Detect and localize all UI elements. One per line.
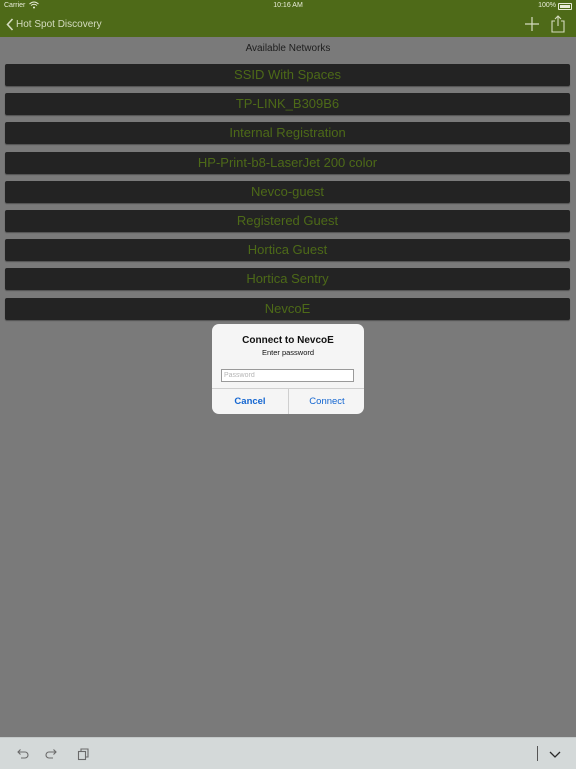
- network-row[interactable]: TP-LINK_B309B6: [5, 93, 570, 116]
- share-icon[interactable]: [550, 15, 566, 33]
- dialog-title: Connect to NevcoE: [242, 335, 334, 346]
- network-row[interactable]: HP-Print-b8-LaserJet 200 color: [5, 151, 570, 174]
- connect-button[interactable]: Connect: [289, 389, 364, 414]
- chevron-left-icon: [6, 17, 14, 31]
- plus-icon[interactable]: [524, 16, 540, 32]
- network-row[interactable]: Hortica Sentry: [5, 268, 570, 291]
- battery-icon: [558, 3, 572, 10]
- back-button[interactable]: Hot Spot Discovery: [6, 16, 102, 32]
- toolbar-divider: [537, 746, 538, 761]
- network-list: SSID With Spaces TP-LINK_B309B6 Internal…: [5, 64, 570, 327]
- copy-icon[interactable]: [76, 747, 90, 761]
- status-bar: Carrier 10:16 AM 100%: [0, 0, 576, 12]
- back-button-label: Hot Spot Discovery: [16, 18, 102, 30]
- cancel-button[interactable]: Cancel: [212, 389, 288, 414]
- clock: 10:16 AM: [273, 2, 303, 9]
- dialog-message: Enter password: [261, 348, 315, 357]
- network-row[interactable]: NevcoE: [5, 297, 570, 320]
- network-row[interactable]: Hortica Guest: [5, 239, 570, 262]
- navigation-bar: Hot Spot Discovery: [0, 12, 576, 37]
- chevron-down-icon[interactable]: [548, 747, 562, 761]
- connect-dialog: Connect to NevcoE Enter password Cancel …: [212, 324, 364, 414]
- undo-icon[interactable]: [15, 747, 29, 761]
- section-title: Available Networks: [245, 43, 331, 54]
- keyboard-shortcut-bar: [0, 737, 576, 769]
- redo-icon[interactable]: [45, 747, 59, 761]
- network-row[interactable]: SSID With Spaces: [5, 64, 570, 86]
- network-row[interactable]: Internal Registration: [5, 122, 570, 145]
- network-row[interactable]: Nevco-guest: [5, 180, 570, 203]
- password-input[interactable]: [221, 369, 354, 382]
- battery-percent: 100%: [538, 2, 556, 9]
- network-row[interactable]: Registered Guest: [5, 209, 570, 232]
